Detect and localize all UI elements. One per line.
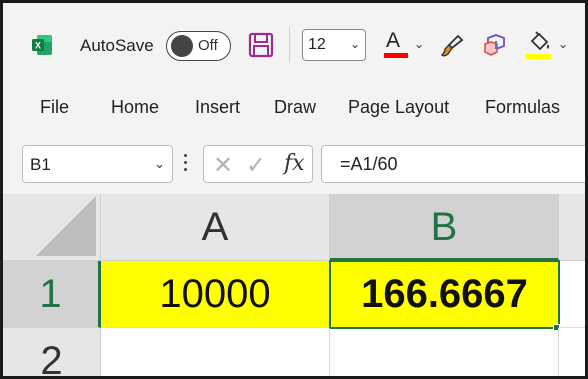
cell-a1[interactable]: 10000 [101,261,330,328]
tab-insert[interactable]: Insert [195,97,240,118]
save-icon[interactable] [248,32,274,58]
chevron-down-icon: ⌄ [349,37,360,51]
formula-input[interactable]: =A1/60 [321,145,585,183]
font-color-button[interactable]: A [384,29,408,61]
fill-color-swatch [526,54,551,59]
fill-color-chevron-icon[interactable]: ⌄ [558,37,568,51]
ribbon-tabs: File Home Insert Draw Page Layout Formul… [3,87,585,131]
column-header-c[interactable] [559,194,585,261]
cell-b1[interactable]: 166.6667 [329,260,560,329]
autosave-label: AutoSave [80,36,154,55]
tab-home[interactable]: Home [111,97,159,118]
format-painter-icon[interactable] [439,33,465,59]
excel-window: X AutoSave Off 12 ⌄ A ⌄ ⌄ File Home Inse… [0,0,588,379]
name-box[interactable]: B1 ⌄ [22,145,173,183]
insert-function-button[interactable]: fx [284,151,305,176]
formula-value: =A1/60 [340,154,398,174]
tab-formulas[interactable]: Formulas [485,97,560,118]
autosave-state: Off [198,37,218,54]
tab-draw[interactable]: Draw [274,97,316,118]
spreadsheet-grid: A B 1 2 10000 166.6667 [3,194,585,376]
font-color-icon: A [386,29,401,52]
name-box-value: B1 [30,155,51,174]
font-size-value: 12 [308,36,326,53]
toggle-knob [171,35,193,57]
enter-icon[interactable]: ✓ [246,151,266,179]
font-size-dropdown[interactable]: 12 ⌄ [302,29,366,61]
cell-c1[interactable] [560,261,585,328]
formula-buttons: ✕ ✓ fx [203,145,313,183]
quick-access-toolbar: X AutoSave Off 12 ⌄ A ⌄ ⌄ [3,3,585,87]
excel-logo-icon: X [32,35,52,55]
svg-text:X: X [35,41,41,51]
column-header-b[interactable]: B [330,194,559,261]
cube-icon[interactable] [482,32,508,58]
row-header-2[interactable]: 2 [3,328,101,376]
select-all-button[interactable] [3,194,101,261]
cancel-icon[interactable]: ✕ [213,151,233,179]
select-all-triangle-icon [36,196,96,256]
tab-file[interactable]: File [40,97,69,118]
autosave-toggle[interactable]: Off [166,31,231,61]
formula-bar: B1 ⌄ ✕ ✓ fx =A1/60 [3,131,585,194]
font-color-swatch [384,53,408,58]
more-options-icon[interactable] [184,154,188,174]
font-color-chevron-icon[interactable]: ⌄ [414,37,424,51]
cell-b2[interactable] [330,328,559,376]
toolbar-separator [289,27,290,63]
row-header-1[interactable]: 1 [3,261,101,328]
cell-c2[interactable] [559,328,585,376]
cell-a2[interactable] [101,328,330,376]
tab-page-layout[interactable]: Page Layout [348,97,449,118]
chevron-down-icon: ⌄ [154,156,165,171]
column-header-a[interactable]: A [101,194,330,261]
